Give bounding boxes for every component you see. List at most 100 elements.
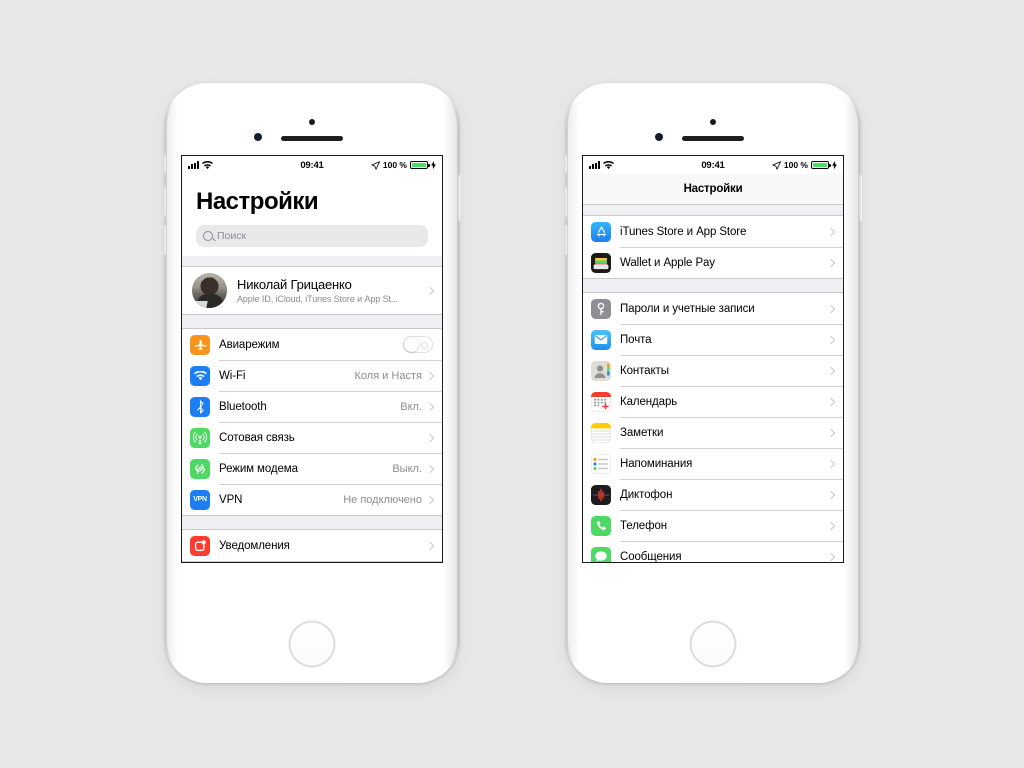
contacts-icon <box>591 360 611 381</box>
chevron-right-icon <box>826 428 836 437</box>
iphone-device-right: 09:41 100 % Настройки iTunes Store и App… <box>564 83 862 683</box>
volume-down-button[interactable] <box>163 225 166 255</box>
chevron-right-icon <box>826 304 836 313</box>
settings-row-cellular[interactable]: Сотовая связь <box>182 422 442 453</box>
settings-row-notifications[interactable]: Уведомления <box>182 530 442 561</box>
earpiece-speaker <box>682 136 744 141</box>
settings-row-notes[interactable]: Заметки <box>583 417 843 448</box>
battery-percent: 100 % <box>783 160 808 170</box>
settings-row-vpn[interactable]: VPN VPN Не подключено <box>182 484 442 515</box>
screen-left: 09:41 100 % Настройки Поиск Николай Гриц… <box>181 155 443 563</box>
power-button[interactable] <box>458 175 461 221</box>
avatar <box>192 273 227 308</box>
chevron-right-icon <box>826 335 836 344</box>
profile-subtitle: Apple ID, iCloud, iTunes Store и App St.… <box>237 294 399 304</box>
search-placeholder: Поиск <box>217 230 247 242</box>
chevron-right-icon <box>425 541 435 550</box>
chevron-right-icon <box>425 402 435 411</box>
settings-row-itunes-appstore[interactable]: iTunes Store и App Store <box>583 216 843 247</box>
profile-group: Николай Грицаенко Apple ID, iCloud, iTun… <box>182 266 442 315</box>
key-icon <box>591 298 611 319</box>
chevron-right-icon <box>826 552 836 561</box>
settings-row-label: Bluetooth <box>219 400 267 413</box>
stores-group: iTunes Store и App Store Wallet и Apple … <box>583 215 843 279</box>
lightning-bolt-icon <box>431 161 436 169</box>
volume-up-button[interactable] <box>163 187 166 217</box>
chevron-right-icon <box>826 366 836 375</box>
settings-row-value: Не подключено <box>343 493 422 506</box>
settings-row-wifi[interactable]: Wi-Fi Коля и Настя <box>182 360 442 391</box>
settings-row-value: Коля и Настя <box>354 369 422 382</box>
settings-row-contacts[interactable]: Контакты <box>583 355 843 386</box>
vpn-icon: VPN <box>190 489 210 510</box>
settings-row-label: Телефон <box>620 519 668 532</box>
mail-icon <box>591 329 611 350</box>
settings-row-phone[interactable]: Телефон <box>583 510 843 541</box>
battery-icon <box>410 160 430 170</box>
settings-row-value: Выкл. <box>392 462 422 475</box>
settings-row-bluetooth[interactable]: Bluetooth Вкл. <box>182 391 442 422</box>
settings-row-mail[interactable]: Почта <box>583 324 843 355</box>
chevron-right-icon <box>826 258 836 267</box>
wifi-icon <box>190 365 210 386</box>
volume-down-button[interactable] <box>564 225 567 255</box>
notifications-icon <box>190 535 210 556</box>
screen-right: 09:41 100 % Настройки iTunes Store и App… <box>582 155 844 563</box>
power-button[interactable] <box>859 175 862 221</box>
settings-row-label: VPN <box>219 493 243 506</box>
settings-row-airplane[interactable]: Авиарежим <box>182 329 442 360</box>
settings-row-label: Календарь <box>620 395 678 408</box>
search-input[interactable]: Поиск <box>196 225 428 247</box>
battery-percent: 100 % <box>382 160 407 170</box>
apps-group: Пароли и учетные записи Почта Контакты К… <box>583 292 843 562</box>
airplane-mode-toggle[interactable] <box>403 336 433 353</box>
reminders-icon <box>591 453 611 474</box>
status-right-group: 100 % <box>371 160 436 170</box>
earpiece-speaker <box>281 136 343 141</box>
settings-row-label: Почта <box>620 333 652 346</box>
volume-up-button[interactable] <box>564 187 567 217</box>
settings-row-label: Контакты <box>620 364 669 377</box>
settings-row-passwords[interactable]: Пароли и учетные записи <box>583 293 843 324</box>
connectivity-group: Авиарежим Wi-Fi Коля и Настя Bluetooth В… <box>182 328 442 516</box>
settings-row-label: Напоминания <box>620 457 693 470</box>
phone-icon <box>591 515 611 536</box>
settings-row-label: Сотовая связь <box>219 431 295 444</box>
settings-row-label: Режим модема <box>219 462 298 475</box>
app-store-icon <box>591 221 611 242</box>
apple-id-row[interactable]: Николай Грицаенко Apple ID, iCloud, iTun… <box>182 267 442 314</box>
settings-row-label: iTunes Store и App Store <box>620 225 747 238</box>
chevron-right-icon <box>425 371 435 380</box>
silent-switch[interactable] <box>163 155 166 173</box>
settings-list-right[interactable]: iTunes Store и App Store Wallet и Apple … <box>583 205 843 562</box>
messages-icon <box>591 546 611 562</box>
settings-row-hotspot[interactable]: Режим модема Выкл. <box>182 453 442 484</box>
settings-row-voice-memos[interactable]: Диктофон <box>583 479 843 510</box>
airplane-icon <box>190 334 210 355</box>
location-arrow-icon <box>371 160 380 170</box>
chevron-right-icon <box>826 459 836 468</box>
lightning-bolt-icon <box>832 161 837 169</box>
compact-title-header-right: Настройки <box>583 174 843 205</box>
silent-switch[interactable] <box>564 155 567 173</box>
bluetooth-icon <box>190 396 210 417</box>
settings-row-label: Wallet и Apple Pay <box>620 256 715 269</box>
personal-hotspot-icon <box>190 458 210 479</box>
section-gap <box>583 205 843 215</box>
status-bar-right: 09:41 100 % <box>583 156 843 174</box>
home-button[interactable] <box>289 621 335 667</box>
settings-row-label: Уведомления <box>219 539 290 552</box>
settings-row-reminders[interactable]: Напоминания <box>583 448 843 479</box>
chevron-right-icon <box>826 227 836 236</box>
settings-list-left[interactable]: Николай Грицаенко Apple ID, iCloud, iTun… <box>182 256 442 562</box>
chevron-right-icon <box>425 286 435 295</box>
home-button[interactable] <box>690 621 736 667</box>
settings-row-calendar[interactable]: Календарь <box>583 386 843 417</box>
settings-row-label: Wi-Fi <box>219 369 246 382</box>
settings-row-label: Пароли и учетные записи <box>620 302 755 315</box>
large-title-header-left: Настройки Поиск <box>182 174 442 247</box>
settings-row-messages[interactable]: Сообщения <box>583 541 843 562</box>
settings-row-wallet[interactable]: Wallet и Apple Pay <box>583 247 843 278</box>
profile-name: Николай Грицаенко <box>237 277 352 292</box>
iphone-device-left: 09:41 100 % Настройки Поиск Николай Гриц… <box>163 83 461 683</box>
